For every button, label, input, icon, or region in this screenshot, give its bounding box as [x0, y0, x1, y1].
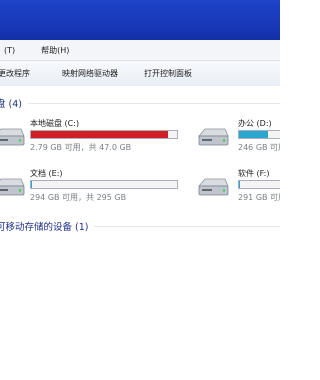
drive-e[interactable]: 文档 (E:) 294 GB 可用，共 295 GB	[0, 168, 192, 206]
drive-c[interactable]: 本地磁盘 (C:) 2.79 GB 可用，共 47.0 GB	[0, 118, 192, 156]
hard-disk-group-header[interactable]: 盘 (4)	[0, 96, 280, 110]
drive-d[interactable]: 办公 (D:) 246 GB 可用	[196, 118, 280, 156]
hard-drive-icon	[198, 178, 229, 196]
group-divider	[27, 102, 280, 104]
drive-usage-fill	[31, 181, 32, 188]
drive-space-info: 294 GB 可用，共 295 GB	[30, 193, 127, 202]
drive-usage-fill	[31, 131, 169, 138]
change-program-button[interactable]: 更改程序	[0, 68, 30, 79]
hard-drive-icon	[198, 128, 229, 146]
drive-usage-fill	[239, 131, 268, 138]
drive-usage-bar	[238, 130, 280, 139]
hard-disk-group-title: 盘 (4)	[0, 99, 22, 110]
removable-group-header[interactable]: 可移动存储的设备 (1)	[0, 219, 280, 233]
menu-tools[interactable]: (T)	[0, 46, 21, 55]
drive-name: 文档 (E:)	[30, 169, 63, 178]
title-bar	[0, 0, 280, 40]
drive-space-info: 246 GB 可用	[238, 143, 280, 152]
menu-bar: (T) 帮助(H)	[0, 40, 280, 61]
removable-group-title: 可移动存储的设备 (1)	[0, 222, 89, 233]
hard-drive-icon	[0, 128, 25, 146]
open-control-panel-button[interactable]: 打开控制面板	[144, 68, 192, 79]
drive-f[interactable]: 软件 (F:) 291 GB 可用	[196, 168, 280, 206]
drive-space-info: 291 GB 可用	[238, 193, 280, 202]
drive-usage-bar	[238, 180, 280, 189]
map-network-drive-button[interactable]: 映射网络驱动器	[62, 68, 118, 79]
drive-name: 软件 (F:)	[238, 169, 270, 178]
drives-pane: 盘 (4) 本地磁盘 (C:) 2.79 GB 可用，共 47.0 GB 办公 …	[0, 86, 280, 380]
hard-drive-icon	[0, 178, 25, 196]
group-divider	[94, 225, 280, 227]
drive-usage-bar	[30, 180, 178, 189]
explorer-window: (T) 帮助(H) 更改程序 映射网络驱动器 打开控制面板 盘 (4) 本地磁盘…	[0, 0, 280, 380]
drive-usage-bar	[30, 130, 178, 139]
drive-name: 办公 (D:)	[238, 119, 272, 128]
command-toolbar: 更改程序 映射网络驱动器 打开控制面板	[0, 61, 280, 87]
drive-space-info: 2.79 GB 可用，共 47.0 GB	[30, 143, 132, 152]
menu-help[interactable]: 帮助(H)	[35, 45, 75, 56]
drive-name: 本地磁盘 (C:)	[30, 119, 80, 128]
drive-usage-fill	[239, 181, 240, 188]
